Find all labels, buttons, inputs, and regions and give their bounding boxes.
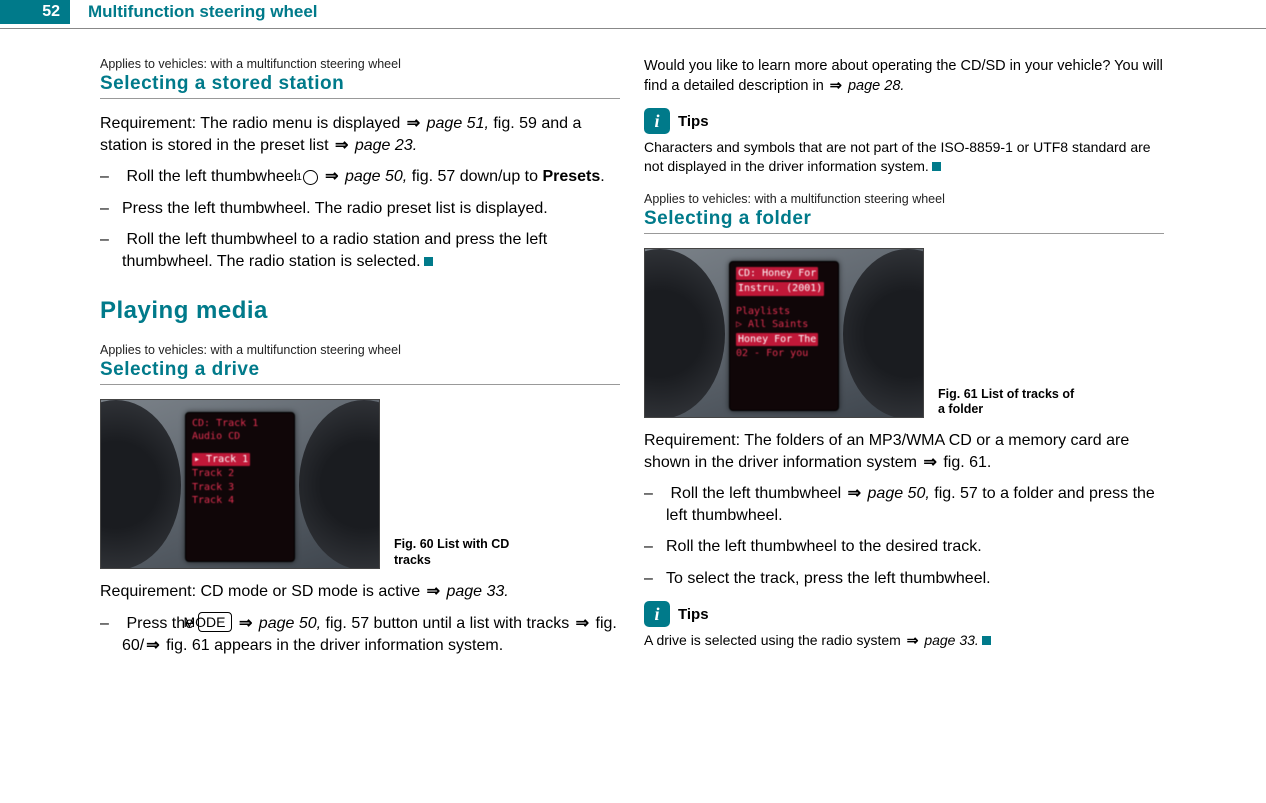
text: A drive is selected using the radio syst… bbox=[644, 632, 905, 648]
fig-ref: fig. 61. bbox=[943, 454, 991, 471]
arrow-icon bbox=[323, 168, 340, 185]
arrow-icon bbox=[237, 615, 254, 632]
list-item: Roll the left thumbwheel page 50, fig. 5… bbox=[644, 483, 1164, 526]
chapter-title: Multifunction steering wheel bbox=[88, 2, 318, 22]
page-ref: page 51, bbox=[427, 115, 489, 132]
page-ref: page 33. bbox=[924, 632, 979, 648]
heading-playing-media: Playing media bbox=[100, 297, 620, 325]
callout-circle: 1 bbox=[303, 170, 318, 185]
gauge-dial-icon bbox=[644, 249, 725, 418]
tips-heading: i Tips bbox=[644, 108, 1164, 134]
screen-line: Audio CD bbox=[192, 430, 288, 444]
list-item: Press the MODE page 50, fig. 57 button u… bbox=[100, 612, 620, 656]
tips-text: A drive is selected using the radio syst… bbox=[644, 631, 1164, 650]
screen-line: CD: Track 1 bbox=[192, 417, 288, 431]
arrow-icon bbox=[333, 137, 350, 154]
mode-button-keycap: MODE bbox=[198, 612, 232, 632]
figure-caption: Fig. 60 List with CD tracks bbox=[394, 537, 534, 568]
instruction-list: Roll the left thumbwheel 1 page 50, fig.… bbox=[100, 166, 620, 272]
text: Characters and symbols that are not part… bbox=[644, 139, 1151, 174]
end-mark-icon bbox=[982, 636, 991, 645]
tips-text: Characters and symbols that are not part… bbox=[644, 138, 1164, 176]
page-ref: page 50, bbox=[345, 168, 407, 185]
instruction-list: Roll the left thumbwheel page 50, fig. 5… bbox=[644, 483, 1164, 589]
heading-selecting-drive: Selecting a drive bbox=[100, 359, 620, 385]
page-ref: page 50, bbox=[868, 485, 930, 502]
page-ref: page 23. bbox=[355, 137, 417, 154]
screen-selected: ▸ Track 1 bbox=[192, 453, 250, 467]
figure-image: CD: Honey For Instru. (2001) Playlists ▷… bbox=[644, 248, 924, 418]
screen-selected: Honey For The bbox=[736, 333, 818, 347]
page-ref: page 33. bbox=[446, 583, 508, 600]
screen-title: CD: Honey For bbox=[736, 267, 818, 281]
list-item: Roll the left thumbwheel to the desired … bbox=[644, 536, 1164, 558]
screen-line: Track 3 bbox=[192, 481, 288, 495]
text: Requirement: CD mode or SD mode is activ… bbox=[100, 583, 425, 600]
text: Requirement: The radio menu is displayed bbox=[100, 115, 405, 132]
screen-line: 02 - For you bbox=[736, 347, 832, 361]
left-column: Applies to vehicles: with a multifunctio… bbox=[100, 57, 620, 666]
ui-label: Presets bbox=[542, 168, 600, 185]
figure-caption: Fig. 61 List of tracks of a folder bbox=[938, 387, 1078, 418]
requirement-text: Requirement: The radio menu is displayed… bbox=[100, 113, 620, 156]
list-item: Press the left thumbwheel. The radio pre… bbox=[100, 198, 620, 220]
dis-screen: CD: Honey For Instru. (2001) Playlists ▷… bbox=[729, 261, 839, 411]
gauge-dial-icon bbox=[100, 400, 181, 569]
arrow-icon bbox=[425, 583, 442, 600]
tips-label: Tips bbox=[678, 113, 709, 130]
page-header: 52 Multifunction steering wheel bbox=[0, 0, 1266, 24]
text: fig. 61 appears in the driver informatio… bbox=[166, 637, 503, 654]
screen-title: Instru. (2001) bbox=[736, 282, 824, 296]
text: Requirement: The folders of an MP3/WMA C… bbox=[644, 432, 1129, 471]
screen-line: ▷ All Saints bbox=[736, 318, 832, 332]
tips-label: Tips bbox=[678, 606, 709, 623]
arrow-icon bbox=[846, 485, 863, 502]
text: Roll the left thumbwheel bbox=[126, 168, 301, 185]
figure-60: CD: Track 1 Audio CD ▸ Track 1 Track 2 T… bbox=[100, 399, 620, 569]
text: Roll the left thumbwheel bbox=[670, 485, 845, 502]
end-mark-icon bbox=[424, 257, 433, 266]
page-number: 52 bbox=[0, 0, 70, 24]
text: fig. 57 down/up to bbox=[407, 168, 542, 185]
arrow-icon bbox=[921, 454, 938, 471]
list-item: To select the track, press the left thum… bbox=[644, 568, 1164, 590]
arrow-icon bbox=[144, 637, 161, 654]
end-mark-icon bbox=[932, 162, 941, 171]
text: fig. 57 button until a list with tracks bbox=[321, 615, 574, 632]
right-column: Would you like to learn more about opera… bbox=[644, 57, 1164, 666]
dis-screen: CD: Track 1 Audio CD ▸ Track 1 Track 2 T… bbox=[185, 412, 295, 562]
arrow-icon bbox=[828, 78, 844, 94]
gauge-dial-icon bbox=[299, 400, 380, 569]
heading-selecting-station: Selecting a stored station bbox=[100, 73, 620, 99]
arrow-icon bbox=[405, 115, 422, 132]
gauge-dial-icon bbox=[843, 249, 924, 418]
screen-line: Track 4 bbox=[192, 494, 288, 508]
requirement-text: Requirement: The folders of an MP3/WMA C… bbox=[644, 430, 1164, 473]
figure-image: CD: Track 1 Audio CD ▸ Track 1 Track 2 T… bbox=[100, 399, 380, 569]
text: . bbox=[600, 168, 604, 185]
applies-note: Applies to vehicles: with a multifunctio… bbox=[100, 57, 620, 71]
page-ref: page 50, bbox=[259, 615, 321, 632]
page-ref: page 28. bbox=[848, 78, 904, 94]
figure-61: CD: Honey For Instru. (2001) Playlists ▷… bbox=[644, 248, 1164, 418]
screen-line: Track 2 bbox=[192, 467, 288, 481]
screen-line: Playlists bbox=[736, 305, 832, 319]
heading-selecting-folder: Selecting a folder bbox=[644, 208, 1164, 234]
tips-heading: i Tips bbox=[644, 601, 1164, 627]
instruction-list: Press the MODE page 50, fig. 57 button u… bbox=[100, 612, 620, 656]
applies-note: Applies to vehicles: with a multifunctio… bbox=[644, 192, 1164, 206]
list-item: Roll the left thumbwheel 1 page 50, fig.… bbox=[100, 166, 620, 188]
list-item: Roll the left thumbwheel to a radio stat… bbox=[100, 229, 620, 272]
arrow-icon bbox=[905, 632, 921, 648]
intro-text: Would you like to learn more about opera… bbox=[644, 57, 1164, 96]
applies-note: Applies to vehicles: with a multifunctio… bbox=[100, 343, 620, 357]
arrow-icon bbox=[574, 615, 591, 632]
requirement-text: Requirement: CD mode or SD mode is activ… bbox=[100, 581, 620, 603]
info-icon: i bbox=[644, 108, 670, 134]
info-icon: i bbox=[644, 601, 670, 627]
text: Roll the left thumbwheel to a radio stat… bbox=[122, 231, 547, 270]
